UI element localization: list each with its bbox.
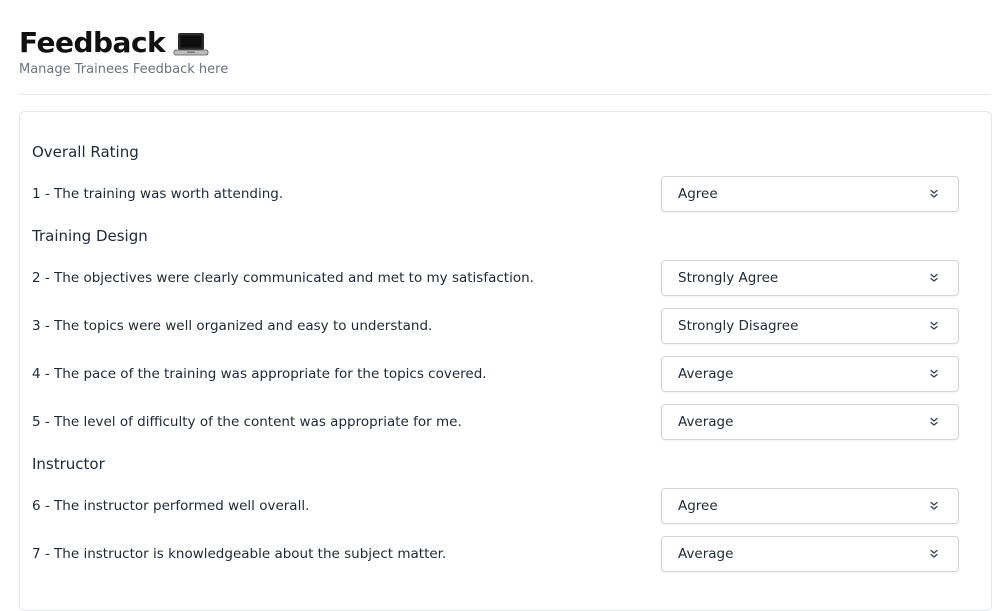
question-5-selected-value: Average [678,414,734,430]
feedback-form: Overall Rating 1 - The training was wort… [19,111,992,611]
question-1-label: 1 - The training was worth attending. [32,186,284,202]
question-5-select[interactable]: Average [661,404,959,440]
section-title-training-design: Training Design [32,227,148,245]
laptop-icon [173,30,209,58]
question-2-selected-value: Strongly Agree [678,270,779,286]
page-title: Feedback [19,25,166,59]
page-subtitle: Manage Trainees Feedback here [19,62,229,77]
chevron-double-down-icon [930,321,938,330]
section-title-instructor: Instructor [32,455,105,473]
chevron-double-down-icon [930,501,938,510]
question-7-selected-value: Average [678,546,734,562]
chevron-double-down-icon [930,549,938,558]
question-7-label: 7 - The instructor is knowledgeable abou… [32,546,447,562]
question-2-select[interactable]: Strongly Agree [661,260,959,296]
chevron-double-down-icon [930,369,938,378]
chevron-double-down-icon [930,189,938,198]
question-4-label: 4 - The pace of the training was appropr… [32,366,487,382]
page-header: Feedback Manage Trainees Feedback here [19,22,229,78]
question-5-label: 5 - The level of difficulty of the conte… [32,414,462,430]
question-1-select[interactable]: Agree [661,176,959,212]
question-4-selected-value: Average [678,366,734,382]
chevron-double-down-icon [930,417,938,426]
section-title-overall-rating: Overall Rating [32,143,139,161]
question-4-select[interactable]: Average [661,356,959,392]
question-2-label: 2 - The objectives were clearly communic… [32,270,534,286]
question-3-label: 3 - The topics were well organized and e… [32,318,433,334]
question-6-selected-value: Agree [678,498,718,514]
question-6-label: 6 - The instructor performed well overal… [32,498,310,514]
question-7-select[interactable]: Average [661,536,959,572]
header-divider [19,94,991,95]
question-3-selected-value: Strongly Disagree [678,318,799,334]
question-3-select[interactable]: Strongly Disagree [661,308,959,344]
question-6-select[interactable]: Agree [661,488,959,524]
question-1-selected-value: Agree [678,186,718,202]
chevron-double-down-icon [930,273,938,282]
